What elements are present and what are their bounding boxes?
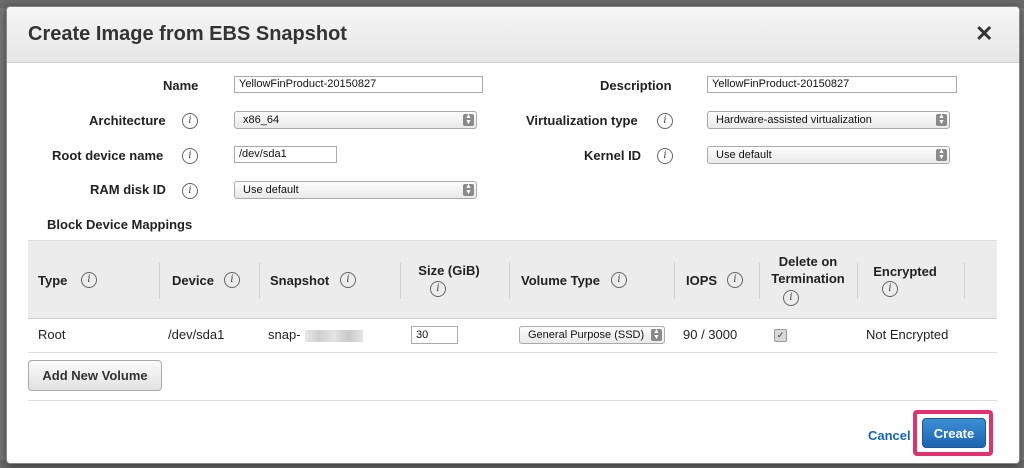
column-divider [400,263,401,299]
ramdisk-select[interactable]: Use default ▲ ▼ [234,181,477,199]
col-delete-on-termination: Delete on Termination [768,253,848,287]
select-chevron-icon: ▲ ▼ [651,328,662,341]
select-chevron-icon: ▲ ▼ [463,183,474,196]
row-type: Root [38,327,66,342]
close-icon[interactable]: ✕ [975,21,993,47]
dialog-title: Create Image from EBS Snapshot [28,23,347,45]
volume-type-select-value: General Purpose (SSD) [528,329,645,341]
size-input[interactable] [411,326,458,344]
select-chevron-icon: ▲ ▼ [936,148,947,161]
volume-type-select[interactable]: General Purpose (SSD) ▲ ▼ [519,326,665,344]
column-divider [759,263,760,299]
architecture-select-value: x86_64 [243,114,280,126]
kernel-id-info-icon[interactable]: i [657,148,673,164]
column-divider [159,263,160,299]
select-chevron-icon: ▲ ▼ [463,113,474,126]
dialog-header: Create Image from EBS Snapshot ✕ [7,7,1019,63]
row-snapshot: snap- [268,327,301,342]
col-iops: IOPS [686,273,718,288]
delete-on-termination-checkbox[interactable]: ✓ [774,329,787,342]
kernel-id-select-value: Use default [716,149,772,161]
col-volume-type: Volume Type [521,273,600,288]
ramdisk-info-icon[interactable]: i [182,183,198,199]
device-info-icon[interactable]: i [224,272,240,288]
description-input[interactable] [707,76,957,93]
col-delete-line2: Termination [771,271,845,286]
root-device-info-icon[interactable]: i [182,148,198,164]
col-device: Device [172,273,214,288]
architecture-select[interactable]: x86_64 ▲ ▼ [234,111,477,129]
architecture-label: Architecture [89,113,166,128]
col-type: Type [38,273,68,288]
ramdisk-select-value: Use default [243,184,299,196]
row-iops: 90 / 3000 [683,327,738,342]
footer-divider [28,400,997,401]
create-button[interactable]: Create [922,418,986,448]
volume-type-info-icon[interactable]: i [611,272,627,288]
block-device-title: Block Device Mappings [47,217,193,232]
name-label: Name [163,78,199,93]
delete-info-icon[interactable]: i [783,290,799,306]
column-divider [259,263,260,299]
root-device-input[interactable] [234,146,337,163]
kernel-id-select[interactable]: Use default ▲ ▼ [707,146,950,164]
col-delete-line1: Delete on [778,254,838,269]
cancel-button[interactable]: Cancel [868,428,911,443]
snapshot-id-redacted [305,330,363,342]
row-device: /dev/sda1 [168,327,225,342]
size-info-icon[interactable]: i [430,281,446,297]
name-input[interactable] [234,76,483,93]
block-device-table-header: Type i Device i Snapshot i Size (GiB) i … [28,240,997,319]
snapshot-info-icon[interactable]: i [340,272,356,288]
column-divider [674,263,675,299]
col-encrypted: Encrypted [873,264,937,279]
virtualization-info-icon[interactable]: i [657,113,673,129]
column-divider [964,263,965,299]
description-label: Description [600,78,672,93]
column-divider [509,263,510,299]
ramdisk-label: RAM disk ID [90,182,166,197]
iops-info-icon[interactable]: i [727,272,743,288]
row-encrypted: Not Encrypted [866,327,949,342]
create-image-dialog: Create Image from EBS Snapshot ✕ Name De… [6,6,1020,464]
architecture-info-icon[interactable]: i [182,113,198,129]
col-snapshot: Snapshot [270,273,330,288]
add-new-volume-button[interactable]: Add New Volume [28,360,162,391]
virtualization-select-value: Hardware-assisted virtualization [716,114,872,126]
col-size: Size (GiB) [418,263,480,278]
root-device-label: Root device name [52,148,164,163]
virtualization-select[interactable]: Hardware-assisted virtualization ▲ ▼ [707,111,950,129]
table-row: Root /dev/sda1 snap- General Purpose (SS… [28,318,997,353]
select-chevron-icon: ▲ ▼ [936,113,947,126]
virtualization-label: Virtualization type [526,113,638,128]
kernel-id-label: Kernel ID [584,148,642,163]
type-info-icon[interactable]: i [81,272,97,288]
column-divider [857,263,858,299]
encrypted-info-icon[interactable]: i [882,281,898,297]
